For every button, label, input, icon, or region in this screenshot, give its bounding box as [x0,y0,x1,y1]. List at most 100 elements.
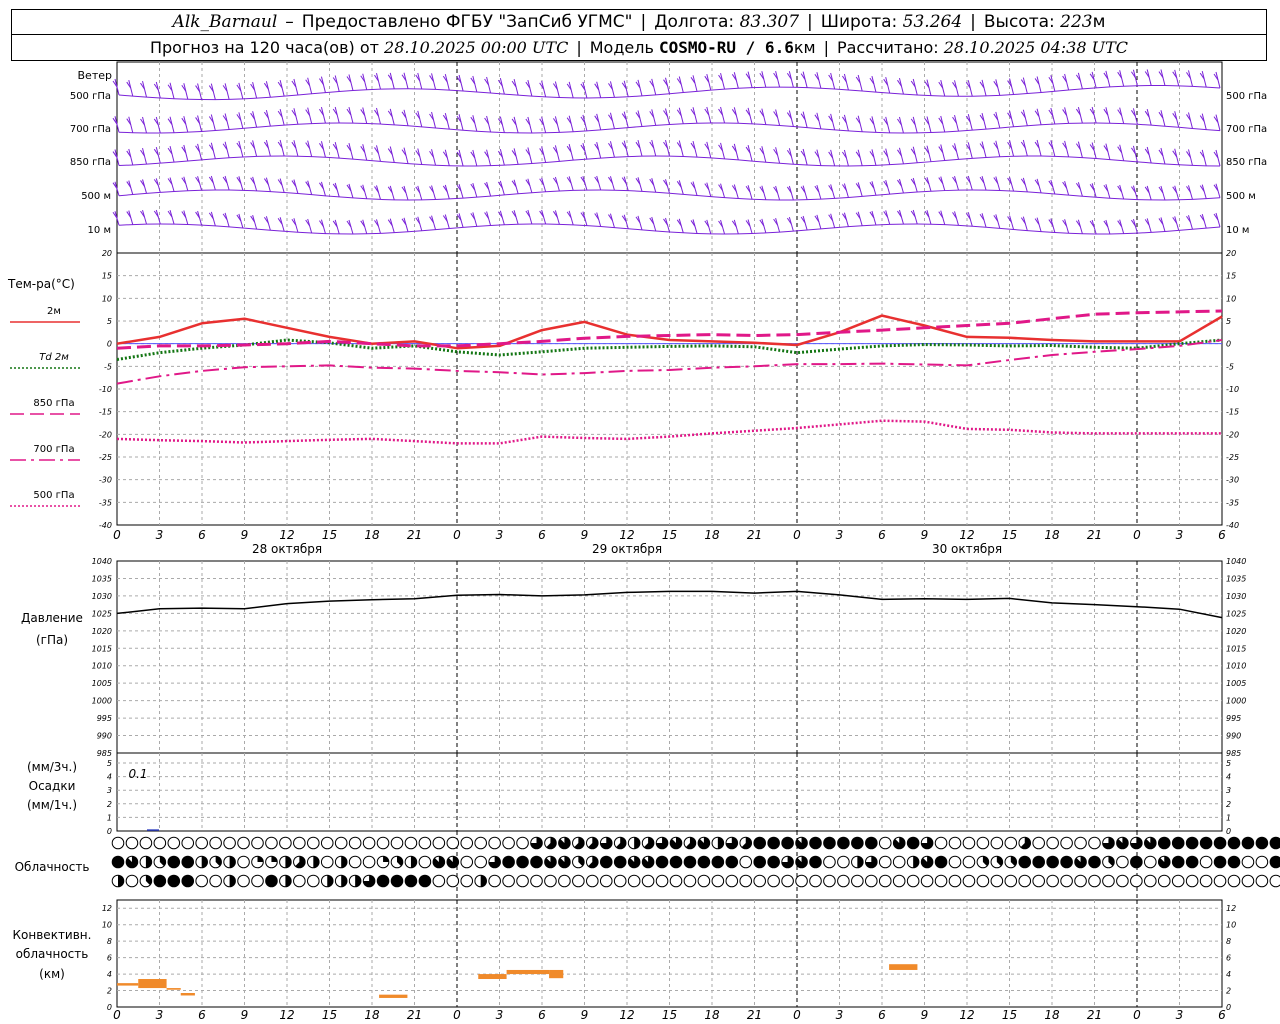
precip-tick-label: 2 [1226,800,1231,809]
day-label: 28 октября [252,542,322,556]
cloud-fill [201,856,208,868]
temp-tick-label: 0 [107,340,112,349]
cloud-symbol-icon [1255,855,1269,869]
cloud-symbol-icon [111,836,125,850]
cloud-symbol-icon [1032,836,1045,850]
cloud-symbol-icon [1102,874,1115,888]
cloud-fill [1214,837,1226,849]
wind-barb [954,115,959,132]
cloud-symbol-icon [1157,874,1171,888]
cloud-symbol-icon [948,836,962,850]
pressure-title: Давление [21,611,83,625]
day-label: 29 октября [592,542,662,556]
cloud-symbol-icon [865,874,878,888]
cloud-symbol-icon [1241,855,1255,869]
cloud-fill [1186,856,1198,868]
x-tick-label: 21 [407,1008,422,1022]
conv-title2: облачность [16,947,89,961]
cloud-fill [837,837,850,849]
cloud-symbol-icon [223,836,236,850]
cloud-symbol-icon [641,874,655,888]
temp-tick-label: 10 [1226,294,1236,303]
cloud-symbol-icon [711,874,725,888]
x-tick-label: 6 [878,528,886,542]
pressure-tick-label: 1015 [92,644,112,653]
cloud-symbol-icon [767,874,780,888]
cloud-symbol-icon [195,874,208,888]
cloud-symbol-icon [293,836,306,850]
pressure-tick-label: 995 [97,714,112,723]
cloud-fill [229,875,236,887]
pressure-tick-label: 1010 [1226,662,1246,671]
x-tick-label: 21 [1087,1008,1102,1022]
cloud-symbol-icon [948,874,962,888]
cloud-symbol-icon [962,874,976,888]
x-tick-label: 3 [156,1008,164,1022]
x-tick-label: 12 [959,528,974,542]
precip-tick-label: 4 [1226,773,1231,782]
conv-tick-label: 2 [1226,987,1231,996]
wind-level-label: 10 м [88,225,111,236]
pressure-tick-label: 1015 [1226,644,1246,653]
cloud-fill [851,837,864,849]
pressure-tick-label: 1020 [1226,627,1246,636]
cloud-fill [935,856,947,868]
cloud-symbol-icon [1227,874,1241,888]
conv-tick-label: 8 [1226,937,1231,946]
cloud-symbol-icon [962,836,976,850]
cloud-symbol-icon [446,836,460,850]
cloud-fill [1256,837,1268,849]
convective-bar [166,988,181,990]
cloud-symbol-icon [948,855,962,869]
x-tick-label: 18 [1044,1008,1060,1022]
cloud-symbol-icon [1185,874,1199,888]
cloud-symbol-icon [502,836,515,850]
x-tick-label: 6 [538,528,546,542]
x-tick-label: 12 [619,528,634,542]
cloud-fill [712,856,724,868]
cloud-symbol-icon [1116,874,1129,888]
cloud-symbol-icon [1144,855,1157,869]
cloud-symbol-icon [669,874,683,888]
cloud-symbol-icon [237,874,250,888]
conv-title: Конвективн. [13,928,92,942]
cloud-symbol-icon [404,836,418,850]
wind-level-label: 500 м [1226,191,1256,202]
conv-tick-label: 10 [1226,921,1236,930]
cloud-fill [1158,837,1171,849]
cloud-fill [857,856,864,868]
temp-tick-label: -40 [1226,521,1239,530]
legend-label: Td 2м [39,352,69,363]
cloud-fill [1130,856,1143,868]
convective-bar [180,993,195,996]
pressure-tick-label: 1000 [1226,697,1246,706]
wind-barb [499,116,505,133]
cloud-symbol-icon [167,836,181,850]
convective-bar [379,994,408,998]
cloud-symbol-icon [1060,836,1073,850]
pressure-tick-label: 1030 [1226,592,1246,601]
cloud-symbol-icon [195,836,208,850]
cloud-fill [907,837,919,849]
x-tick-label: 6 [1218,528,1226,542]
cloud-symbol-icon [599,874,613,888]
x-tick-label: 21 [747,1008,762,1022]
convective-bar [506,969,550,975]
precip-bar [147,829,159,831]
cloud-fill [1018,856,1031,868]
cloud-fill [341,856,347,868]
x-tick-label: 3 [1176,528,1184,542]
precip-tick-label: 3 [107,786,112,795]
cloud-fill [265,875,278,887]
x-tick-label: 3 [156,528,164,542]
pressure-tick-label: 1010 [92,662,112,671]
temp-tick-label: -30 [1226,476,1239,485]
cloud-symbol-icon [1199,855,1213,869]
cloud-fill [1046,856,1059,868]
cloud-symbol-icon [1060,874,1073,888]
temp-title: Тем-ра(°C) [7,277,75,291]
cloud-fill [809,837,822,849]
x-tick-label: 9 [581,528,589,542]
cloud-fill [614,856,626,868]
x-tick-label: 9 [241,528,249,542]
